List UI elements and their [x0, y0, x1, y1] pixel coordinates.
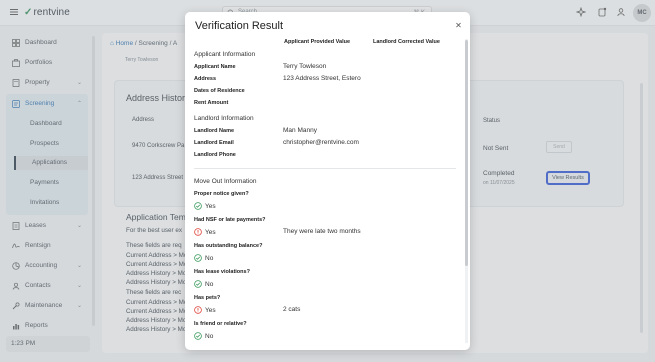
landlord-name-value: Man Manny — [283, 127, 317, 134]
alert-circle-icon — [194, 306, 202, 314]
landlord-info-heading: Landlord Information — [194, 115, 254, 122]
check-circle-icon — [194, 202, 202, 210]
answer-text: Yes — [205, 306, 216, 314]
question-label: Is friend or relative? — [194, 321, 247, 327]
close-icon[interactable]: ✕ — [454, 21, 463, 30]
check-circle-icon — [194, 254, 202, 262]
landlord-email-label: Landlord Email — [194, 140, 234, 146]
question-label: Had NSF or late payments? — [194, 217, 266, 223]
landlord-name-label: Landlord Name — [194, 128, 235, 134]
question-label: Has pets? — [194, 295, 221, 301]
corrected-value-header: Landlord Corrected Value — [373, 39, 440, 45]
provided-value-header: Applicant Provided Value — [284, 39, 351, 45]
answer-text: No — [205, 332, 214, 340]
question-label: Proper notice given? — [194, 191, 249, 197]
applicant-name-value: Terry Towleson — [283, 63, 327, 70]
rent-amount-label: Rent Amount — [194, 100, 229, 106]
answer-note: 2 cats — [283, 306, 301, 313]
applicant-name-label: Applicant Name — [194, 64, 236, 70]
verification-result-modal: Verification Result ✕ Applicant Provided… — [185, 12, 470, 350]
check-circle-icon — [194, 280, 202, 288]
answer-note: They were late two months — [283, 228, 361, 235]
answer-text: Yes — [205, 228, 216, 236]
answer-text: No — [205, 280, 214, 288]
answer-text: Yes — [205, 202, 216, 210]
address-label: Address — [194, 76, 217, 82]
address-value: 123 Address Street, Estero — [283, 75, 361, 82]
landlord-phone-label: Landlord Phone — [194, 152, 236, 158]
move-out-heading: Move Out Information — [194, 178, 257, 185]
modal-title: Verification Result — [195, 20, 284, 32]
alert-circle-icon — [194, 228, 202, 236]
answer-text: No — [205, 254, 214, 262]
dates-of-residence-label: Dates of Residence — [194, 88, 245, 94]
question-label: Has outstanding balance? — [194, 243, 263, 249]
landlord-email-value: christopher@rentvine.com — [283, 139, 359, 146]
applicant-info-heading: Applicant Information — [194, 51, 256, 58]
question-label: Has lease violations? — [194, 269, 250, 275]
check-circle-icon — [194, 332, 202, 340]
modal-scrollbar-thumb[interactable] — [465, 40, 468, 266]
section-divider — [194, 168, 456, 169]
